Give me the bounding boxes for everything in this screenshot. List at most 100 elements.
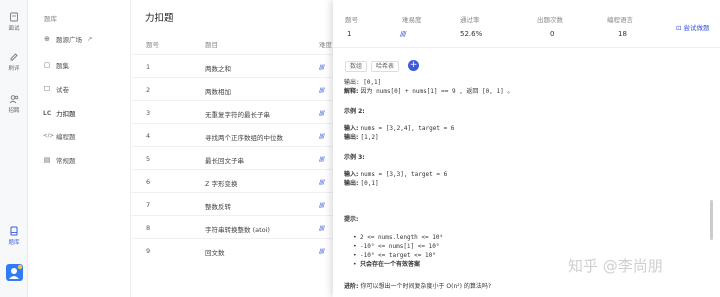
row-title[interactable]: 最长回文子串 xyxy=(205,155,244,165)
row-title[interactable]: 两数之和 xyxy=(205,63,231,73)
difficulty-bars: //// xyxy=(319,109,325,117)
nav-label: 常规题 xyxy=(56,157,76,165)
table-row[interactable]: 7 整数反转 //// xyxy=(131,192,333,215)
problem-detail-panel: 题号 1 难易度 //// 通过率 52.6% 出题次数 0 编程语言 18 ⊡… xyxy=(333,0,720,297)
row-title[interactable]: 无重复字符的最长子串 xyxy=(205,109,270,119)
example-2-title: 示例 2: xyxy=(344,108,365,115)
row-num: 8 xyxy=(146,224,151,232)
hint-heading: 提示: xyxy=(344,216,358,225)
row-title[interactable]: 寻找两个正序数组的中位数 xyxy=(205,132,283,142)
label: 解释: xyxy=(344,88,361,95)
nav-title: 题库 xyxy=(44,15,57,23)
try-problem-button[interactable]: ⊡ 尝试做题 xyxy=(676,22,710,32)
table-row[interactable]: 4 寻找两个正序数组的中位数 //// xyxy=(131,123,333,146)
constraint-item: -10⁹ <= nums[i] <= 10⁹ xyxy=(353,243,440,252)
avatar[interactable] xyxy=(6,264,23,281)
table-row[interactable]: 5 最长回文子串 //// xyxy=(131,146,333,169)
app-rail: 面试 刷评 招聘 题库 xyxy=(0,0,28,297)
grid-icon: ▢ xyxy=(43,61,51,69)
globe-icon: ⊕ xyxy=(44,35,50,43)
tag-hash-table[interactable]: 哈希表 xyxy=(371,61,400,72)
rail-item-review[interactable]: 刷评 xyxy=(0,52,28,72)
column-header-num: 题号 xyxy=(146,41,159,49)
try-icon: ⊡ xyxy=(676,24,682,32)
nav-item-leetcode[interactable]: LC 力扣题 xyxy=(43,108,76,119)
label: 输出: xyxy=(344,180,361,187)
output-text: [0,1] xyxy=(360,180,379,187)
nav-item-sets[interactable]: ▢ 题集 xyxy=(43,60,69,70)
table-row[interactable]: 2 两数相加 //// xyxy=(131,77,333,100)
difficulty-bars: //// xyxy=(319,178,325,186)
row-num: 4 xyxy=(146,132,151,140)
list-icon: ▤ xyxy=(43,156,51,164)
row-title[interactable]: 整数反转 xyxy=(205,201,231,211)
rail-item-recruit[interactable]: 招聘 xyxy=(0,94,28,114)
stat-value-pass-rate: 52.6% xyxy=(460,30,483,38)
desc-line: 输入: nums = [3,3], target = 6 xyxy=(344,171,447,180)
nav-item-coding[interactable]: </> 编程题 xyxy=(43,131,76,141)
input-text: nums = [3,3], target = 6 xyxy=(360,171,448,178)
watermark: 知乎 @李尚朋 xyxy=(568,257,663,275)
column-header-name: 题目 xyxy=(205,41,218,49)
advanced-line: 进阶: 你可以想出一个时间复杂度小于 O(n²) 的算法吗? xyxy=(344,283,491,292)
row-num: 1 xyxy=(146,63,151,71)
label: 进阶: xyxy=(344,283,361,290)
difficulty-bars: //// xyxy=(319,86,325,94)
rail-label-recruit: 招聘 xyxy=(8,108,20,114)
table-row[interactable]: 3 无重复字符的最长子串 //// xyxy=(131,100,333,123)
difficulty-bars: //// xyxy=(319,132,325,140)
nav-label: 题集 xyxy=(56,62,69,70)
constraint-item: 只会存在一个有效答案 xyxy=(353,261,420,270)
table-row[interactable]: 9 回文数 //// xyxy=(131,238,333,261)
table-row[interactable]: 8 字符串转换整数 (atoi) //// xyxy=(131,215,333,238)
nav-label: 题源广场 xyxy=(56,36,82,44)
rail-item-library[interactable]: 题库 xyxy=(0,226,28,246)
row-num: 5 xyxy=(146,155,151,163)
row-title[interactable]: 字符串转换整数 (atoi) xyxy=(205,224,270,234)
stat-header-num: 题号 xyxy=(345,16,358,24)
rail-label-review: 刷评 xyxy=(8,66,20,72)
add-tag-button[interactable]: + xyxy=(408,60,419,71)
code-icon: </> xyxy=(43,133,55,139)
label: 输出: xyxy=(344,134,361,141)
book-icon xyxy=(10,226,18,236)
row-num: 7 xyxy=(146,201,151,209)
difficulty-bars: //// xyxy=(319,201,325,209)
plus-icon: + xyxy=(409,60,418,70)
tag-array[interactable]: 数组 xyxy=(345,61,368,72)
row-num: 9 xyxy=(146,247,151,255)
table-row[interactable]: 6 Z 字形变换 //// xyxy=(131,169,333,192)
desc-line: 输出: [0,1] xyxy=(344,79,382,86)
user-avatar-icon xyxy=(9,264,23,279)
try-label: 尝试做题 xyxy=(683,24,710,32)
constraint-item: -10⁹ <= target <= 10⁹ xyxy=(353,252,436,261)
scrollbar[interactable] xyxy=(709,80,714,290)
difficulty-bars: //// xyxy=(319,155,325,163)
row-num: 6 xyxy=(146,178,151,186)
desc-line: 解释: 因为 nums[0] + nums[1] == 9 , 返回 [0, 1… xyxy=(344,88,513,97)
row-title[interactable]: 两数相加 xyxy=(205,86,231,96)
stat-header-difficulty: 难易度 xyxy=(402,16,422,24)
nav-label: 试卷 xyxy=(56,86,69,94)
output-text: [1,2] xyxy=(360,134,379,141)
doc-icon: ☐ xyxy=(43,85,51,93)
stat-value-count: 0 xyxy=(550,30,555,38)
advanced-text: 你可以想出一个时间复杂度小于 O(n²) 的算法吗? xyxy=(360,283,492,290)
rail-label-library: 题库 xyxy=(8,240,20,246)
nav-item-plaza[interactable]: ⊕ 题源广场 ↗ xyxy=(43,34,92,44)
row-num: 3 xyxy=(146,109,151,117)
nav-item-papers[interactable]: ☐ 试卷 xyxy=(43,84,69,94)
row-title[interactable]: Z 字形变换 xyxy=(205,178,238,188)
scrollbar-thumb[interactable] xyxy=(710,200,713,240)
page-title: 力扣题 xyxy=(145,13,174,24)
difficulty-bars: //// xyxy=(319,63,325,71)
table-row[interactable]: 1 两数之和 //// xyxy=(131,54,333,77)
rail-item-interview[interactable]: 面试 xyxy=(0,12,28,32)
nav-item-regular[interactable]: ▤ 常规题 xyxy=(43,155,76,165)
example-heading: 示例 3: xyxy=(344,154,365,163)
nav-label: 力扣题 xyxy=(56,110,76,118)
problem-table-area: 力扣题 题号 题目 难度 1 两数之和 //// 2 两数相加 //// 3 无重复字符的… xyxy=(131,0,333,297)
example-3-title: 示例 3: xyxy=(344,154,365,161)
row-title[interactable]: 回文数 xyxy=(205,247,225,257)
stat-header-count: 出题次数 xyxy=(537,16,563,24)
